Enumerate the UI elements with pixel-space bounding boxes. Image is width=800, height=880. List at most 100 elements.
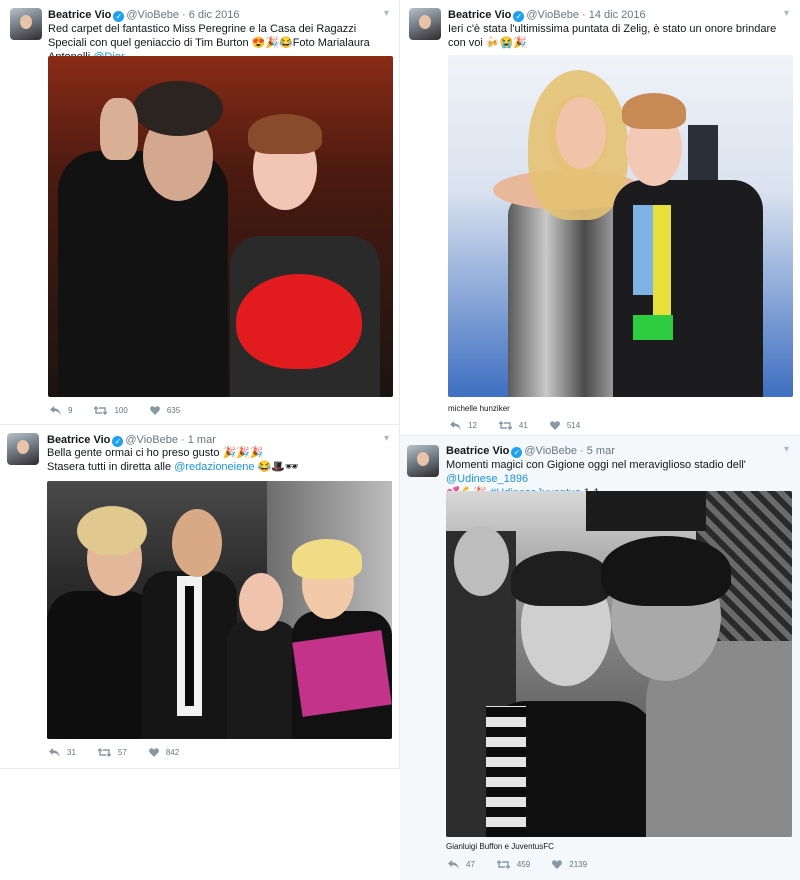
like-button[interactable]: 514 bbox=[549, 421, 581, 430]
chevron-down-icon[interactable]: ▾ bbox=[784, 444, 789, 455]
author-handle[interactable]: @VioBebe bbox=[524, 445, 577, 457]
tweet-text: Ieri c'è stata l'ultimissima puntata di … bbox=[448, 22, 793, 50]
tweet-photo[interactable] bbox=[446, 491, 792, 837]
tweet-date[interactable]: 5 mar bbox=[587, 445, 615, 457]
tweet-date[interactable]: 6 dic 2016 bbox=[189, 9, 240, 21]
tweet-text-line1: Momenti magici con Gigione oggi nel mera… bbox=[446, 458, 794, 486]
author-name[interactable]: Beatrice Vio bbox=[448, 9, 511, 21]
photo-shirt4 bbox=[292, 630, 392, 717]
separator-dot: · bbox=[182, 9, 186, 21]
verified-badge-icon: ✓ bbox=[511, 447, 523, 458]
like-count: 2139 bbox=[569, 860, 588, 869]
photo-hair1 bbox=[77, 506, 147, 556]
verified-badge-icon: ✓ bbox=[513, 11, 525, 22]
reply-button[interactable]: 31 bbox=[49, 748, 76, 757]
retweet-count: 41 bbox=[518, 421, 528, 430]
separator-dot: · bbox=[582, 9, 586, 21]
photo-person3 bbox=[227, 621, 297, 739]
tweet-actions: 31 57 842 bbox=[49, 748, 201, 757]
tweet-text-line2: Stasera tutti in diretta alle @redazione… bbox=[47, 460, 392, 474]
like-button[interactable]: 635 bbox=[149, 406, 181, 415]
photo-scarf bbox=[486, 706, 526, 837]
like-button[interactable]: 2139 bbox=[552, 860, 587, 869]
author-handle[interactable]: @VioBebe bbox=[526, 9, 579, 21]
mention-link[interactable]: @redazioneiene bbox=[174, 461, 254, 473]
photo-hair-right bbox=[248, 114, 322, 154]
reply-count: 9 bbox=[68, 406, 73, 415]
photo-tie2 bbox=[185, 586, 194, 706]
avatar[interactable] bbox=[409, 8, 441, 40]
retweet-icon bbox=[94, 406, 108, 415]
photo-caption[interactable]: Gianluigi Buffon e JuventusFC bbox=[446, 842, 554, 851]
photo-hair4 bbox=[292, 539, 362, 579]
tweet-text-body: Momenti magici con Gigione oggi nel mera… bbox=[446, 459, 746, 471]
avatar[interactable] bbox=[7, 433, 39, 465]
photo-face2 bbox=[172, 509, 222, 577]
reply-icon bbox=[450, 421, 461, 430]
tweet-header: Beatrice Vio ✓ @VioBebe · 6 dic 2016 bbox=[48, 8, 240, 22]
reply-button[interactable]: 12 bbox=[450, 421, 477, 430]
separator-dot: · bbox=[181, 434, 185, 446]
tweet-photo[interactable] bbox=[48, 56, 393, 397]
retweet-icon bbox=[97, 748, 111, 757]
retweet-count: 57 bbox=[117, 748, 127, 757]
chevron-down-icon[interactable]: ▾ bbox=[784, 8, 789, 19]
photo-face-left-front bbox=[556, 97, 606, 169]
photo-caption[interactable]: michelle hunziker bbox=[448, 404, 510, 413]
heart-icon bbox=[149, 406, 160, 415]
retweet-count: 100 bbox=[114, 406, 128, 415]
photo-hand bbox=[100, 98, 138, 160]
tweet-card[interactable]: Beatrice Vio ✓ @VioBebe · 1 mar ▾ Bella ge… bbox=[0, 425, 400, 769]
tweet-actions: 12 41 514 bbox=[450, 421, 602, 430]
heart-icon bbox=[552, 860, 563, 869]
chevron-down-icon[interactable]: ▾ bbox=[384, 433, 389, 444]
retweet-button[interactable]: 459 bbox=[496, 860, 530, 869]
heart-icon bbox=[549, 421, 560, 430]
reply-icon bbox=[50, 406, 61, 415]
retweet-button[interactable]: 57 bbox=[97, 748, 127, 757]
tweet-card[interactable]: Beatrice Vio ✓ @VioBebe · 14 dic 2016 ▾ Ie… bbox=[400, 0, 800, 436]
like-button[interactable]: 842 bbox=[148, 748, 180, 757]
chevron-down-icon[interactable]: ▾ bbox=[384, 8, 389, 19]
like-count: 514 bbox=[566, 421, 581, 430]
photo-hair-center bbox=[511, 551, 611, 606]
tweet-date[interactable]: 14 dic 2016 bbox=[589, 9, 646, 21]
author-handle[interactable]: @VioBebe bbox=[126, 9, 179, 21]
reply-button[interactable]: 9 bbox=[50, 406, 72, 415]
author-name[interactable]: Beatrice Vio bbox=[47, 434, 110, 446]
retweet-icon bbox=[496, 860, 510, 869]
tweet-card[interactable]: Beatrice Vio ✓ @VioBebe · 5 mar ▾ Momenti … bbox=[400, 436, 800, 880]
photo-hair-right bbox=[622, 93, 686, 129]
tweet-date[interactable]: 1 mar bbox=[188, 434, 216, 446]
separator-dot: · bbox=[580, 445, 584, 457]
photo-dress bbox=[508, 195, 623, 397]
photo-person1 bbox=[47, 591, 157, 739]
author-name[interactable]: Beatrice Vio bbox=[48, 9, 111, 21]
retweet-button[interactable]: 100 bbox=[94, 406, 128, 415]
tweet-card[interactable]: Beatrice Vio ✓ @VioBebe · 6 dic 2016 ▾ Red… bbox=[0, 0, 400, 425]
photo-banner bbox=[586, 491, 706, 531]
tweet-text-line2-body: Stasera tutti in diretta alle bbox=[47, 461, 175, 473]
avatar[interactable] bbox=[10, 8, 42, 40]
photo-heart-dress bbox=[236, 274, 362, 369]
tweet-photo[interactable] bbox=[448, 55, 793, 397]
reply-button[interactable]: 47 bbox=[448, 860, 475, 869]
tweet-text-line2-tail: 😂🎩🕶 bbox=[254, 461, 299, 473]
avatar[interactable] bbox=[407, 445, 439, 477]
retweet-icon bbox=[498, 421, 512, 430]
like-count: 635 bbox=[166, 406, 181, 415]
tweet-text-line1: Bella gente ormai ci ho preso gusto 🎉🎉🎉 bbox=[47, 447, 264, 459]
mention-link[interactable]: @Udinese_1896 bbox=[446, 473, 528, 485]
reply-icon bbox=[49, 748, 60, 757]
photo-face3 bbox=[239, 573, 283, 631]
author-name[interactable]: Beatrice Vio bbox=[446, 445, 509, 457]
tweet-actions: 9 100 635 bbox=[50, 406, 202, 415]
like-count: 842 bbox=[165, 748, 180, 757]
reply-count: 12 bbox=[468, 421, 477, 430]
photo-hair-right bbox=[601, 536, 731, 606]
retweet-button[interactable]: 41 bbox=[498, 421, 528, 430]
author-handle[interactable]: @VioBebe bbox=[125, 434, 178, 446]
tweet-photo[interactable] bbox=[47, 481, 392, 739]
tweet-header: Beatrice Vio ✓ @VioBebe · 1 mar bbox=[47, 433, 216, 447]
photo-shirt-blue bbox=[633, 205, 653, 295]
